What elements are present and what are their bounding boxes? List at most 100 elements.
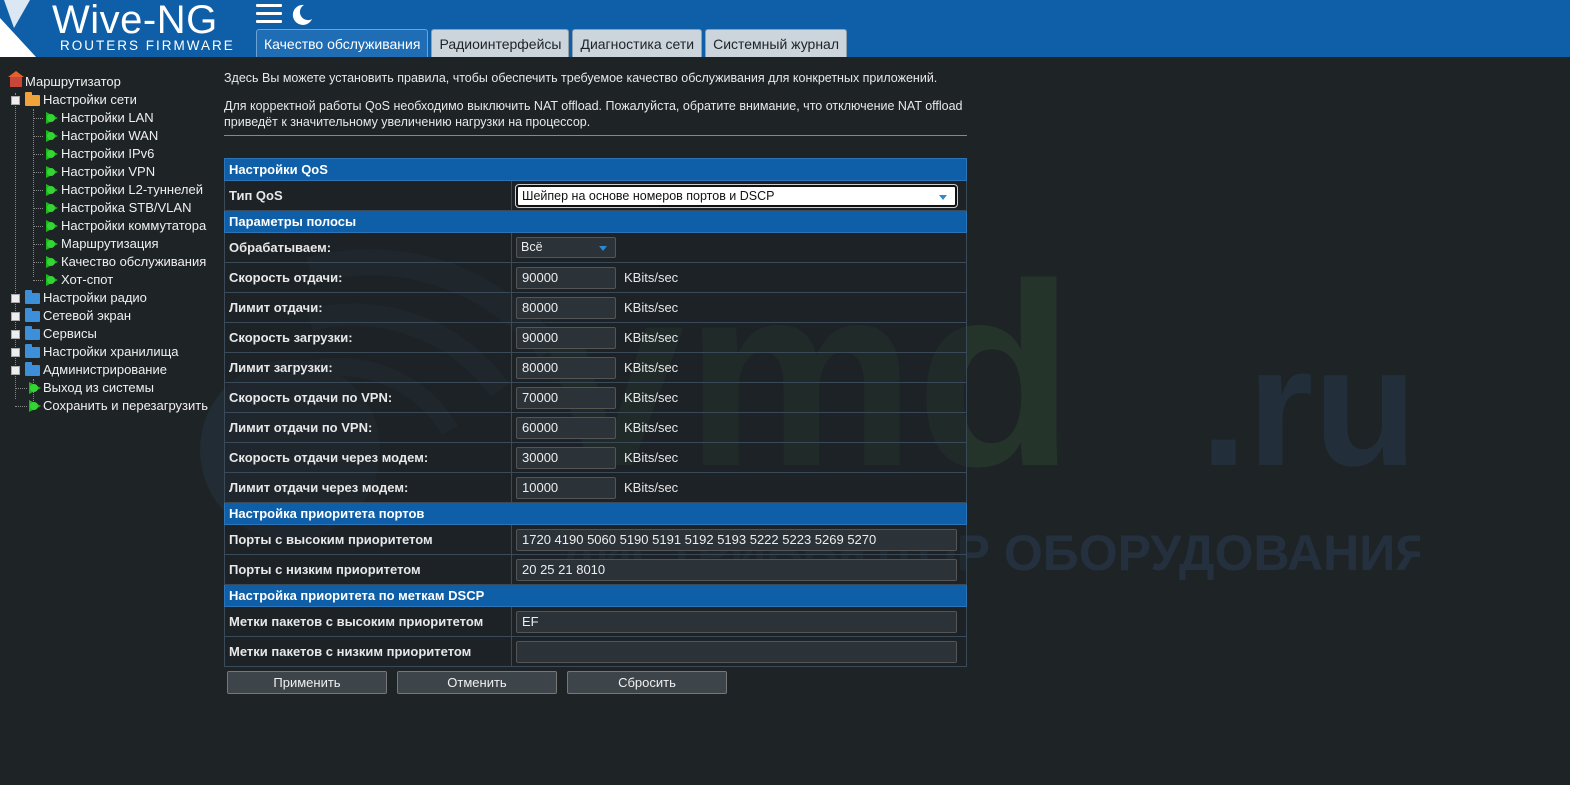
reset-button[interactable]: Сбросить	[567, 671, 727, 694]
divider	[224, 135, 967, 136]
leaf-icon	[46, 256, 58, 268]
sidebar-item-qos[interactable]: Качество обслуживания	[61, 253, 206, 271]
logo-mark-icon	[0, 0, 36, 57]
svg-text:.ru: .ru	[1200, 312, 1417, 502]
sidebar-item-storage[interactable]: Настройки хранилища	[43, 343, 179, 361]
unit-label: KBits/sec	[624, 330, 679, 345]
upload-rate-label: Скорость отдачи:	[224, 262, 512, 293]
upload-limit-input[interactable]: 80000	[516, 296, 616, 319]
leaf-icon	[29, 400, 41, 412]
logo-title: Wive-NG	[52, 0, 218, 42]
folder-icon	[25, 362, 40, 376]
modem-upload-limit-input[interactable]: 10000	[516, 476, 616, 499]
sidebar-item-administration[interactable]: Администрирование	[43, 361, 167, 379]
tab-network-diagnostics[interactable]: Диагностика сети	[572, 29, 703, 57]
download-limit-label: Лимит загрузки:	[224, 352, 512, 383]
vpn-upload-limit-input[interactable]: 60000	[516, 416, 616, 439]
unit-label: KBits/sec	[624, 300, 679, 315]
expand-toggle-icon[interactable]	[11, 294, 20, 303]
sidebar-root[interactable]: Маршрутизатор	[25, 73, 121, 91]
logo-subtitle: ROUTERS FIRMWARE	[60, 38, 235, 53]
expand-toggle-icon[interactable]	[11, 366, 20, 375]
process-select[interactable]: Всё	[516, 237, 616, 258]
sidebar-item-vpn[interactable]: Настройки VPN	[61, 163, 155, 181]
section-bandwidth-title: Параметры полосы	[224, 210, 967, 233]
top-tabs: Качество обслуживания Радиоинтерфейсы Ди…	[256, 29, 848, 57]
expand-toggle-icon[interactable]	[11, 312, 20, 321]
moon-theme-icon[interactable]	[288, 2, 314, 28]
sidebar-item-network[interactable]: Настройки сети	[43, 91, 137, 109]
high-priority-ports-input[interactable]: 1720 4190 5060 5190 5191 5192 5193 5222 …	[516, 528, 957, 551]
upload-limit-label: Лимит отдачи:	[224, 292, 512, 323]
leaf-icon	[46, 112, 58, 124]
modem-upload-limit-label: Лимит отдачи через модем:	[224, 472, 512, 503]
section-dscp-title: Настройка приоритета по меткам DSCP	[224, 584, 967, 607]
low-priority-ports-input[interactable]: 20 25 21 8010	[516, 558, 957, 581]
apply-button[interactable]: Применить	[227, 671, 387, 694]
sidebar-item-l2-tunnels[interactable]: Настройки L2-туннелей	[61, 181, 203, 199]
tab-system-log[interactable]: Системный журнал	[705, 29, 848, 57]
sidebar-item-stb-vlan[interactable]: Настройка STB/VLAN	[61, 199, 191, 217]
sidebar-item-ipv6[interactable]: Настройки IPv6	[61, 145, 154, 163]
qos-type-select[interactable]: Шейпер на основе номеров портов и DSCP	[516, 184, 957, 207]
intro-line-1: Здесь Вы можете установить правила, чтоб…	[224, 71, 938, 85]
expand-toggle-icon[interactable]	[11, 330, 20, 339]
unit-label: KBits/sec	[624, 390, 679, 405]
leaf-icon	[46, 148, 58, 160]
chevron-down-icon	[939, 194, 947, 200]
leaf-icon	[46, 238, 58, 250]
upload-rate-input[interactable]: 90000	[516, 266, 616, 289]
folder-icon	[25, 308, 40, 322]
expand-toggle-icon[interactable]	[11, 348, 20, 357]
top-header: Wive-NG ROUTERS FIRMWARE Качество обслуж…	[0, 0, 1570, 57]
cancel-button[interactable]: Отменить	[397, 671, 557, 694]
section-ports-title: Настройка приоритета портов	[224, 502, 967, 525]
sidebar-item-save-reboot[interactable]: Сохранить и перезагрузить	[43, 397, 208, 415]
tab-qos[interactable]: Качество обслуживания	[256, 29, 429, 57]
sidebar-item-firewall[interactable]: Сетевой экран	[43, 307, 131, 325]
modem-upload-rate-label: Скорость отдачи через модем:	[224, 442, 512, 473]
sidebar-item-routing[interactable]: Маршрутизация	[61, 235, 159, 253]
sidebar-tree: Маршрутизатор Настройки сети Настройки L…	[6, 71, 226, 415]
section-qos-title: Настройки QoS	[224, 158, 967, 181]
download-rate-input[interactable]: 90000	[516, 326, 616, 349]
low-priority-dscp-input[interactable]	[516, 640, 957, 663]
modem-upload-rate-input[interactable]: 30000	[516, 446, 616, 469]
vpn-upload-rate-input[interactable]: 70000	[516, 386, 616, 409]
folder-icon	[25, 326, 40, 340]
qos-type-value: Шейпер на основе номеров портов и DSCP	[522, 188, 775, 203]
leaf-icon	[46, 184, 58, 196]
sidebar-item-lan[interactable]: Настройки LAN	[61, 109, 154, 127]
sidebar-item-wan[interactable]: Настройки WAN	[61, 127, 158, 145]
high-priority-dscp-label: Метки пакетов с высоким приоритетом	[224, 606, 512, 637]
qos-settings-table: Настройки QoS Тип QoS Шейпер на основе н…	[224, 158, 967, 667]
folder-icon	[25, 344, 40, 358]
sidebar-item-radio[interactable]: Настройки радио	[43, 289, 147, 307]
leaf-icon	[29, 382, 41, 394]
vpn-upload-rate-label: Скорость отдачи по VPN:	[224, 382, 512, 413]
low-priority-ports-label: Порты с низким приоритетом	[224, 554, 512, 585]
low-priority-dscp-label: Метки пакетов с низким приоритетом	[224, 636, 512, 667]
high-priority-ports-label: Порты с высоким приоритетом	[224, 524, 512, 555]
sidebar-item-hotspot[interactable]: Хот-спот	[61, 271, 113, 289]
leaf-icon	[46, 202, 58, 214]
download-rate-label: Скорость загрузки:	[224, 322, 512, 353]
download-limit-input[interactable]: 80000	[516, 356, 616, 379]
tab-radio-interfaces[interactable]: Радиоинтерфейсы	[431, 29, 570, 57]
chevron-down-icon	[599, 246, 607, 251]
hamburger-menu-icon[interactable]	[256, 4, 282, 26]
sidebar-item-services[interactable]: Сервисы	[43, 325, 97, 343]
process-value: Всё	[521, 240, 543, 254]
leaf-icon	[46, 166, 58, 178]
sidebar-item-logout[interactable]: Выход из системы	[43, 379, 154, 397]
vpn-upload-limit-label: Лимит отдачи по VPN:	[224, 412, 512, 443]
form-buttons: Применить Отменить Сбросить	[227, 671, 727, 694]
unit-label: KBits/sec	[624, 480, 679, 495]
intro-line-2: Для корректной работы QoS необходимо вык…	[224, 99, 963, 129]
sidebar-item-switch[interactable]: Настройки коммутатора	[61, 217, 206, 235]
process-label: Обрабатываем:	[224, 232, 512, 263]
home-icon	[8, 71, 24, 87]
high-priority-dscp-input[interactable]: EF	[516, 610, 957, 633]
unit-label: KBits/sec	[624, 450, 679, 465]
expand-toggle-icon[interactable]	[11, 96, 20, 105]
